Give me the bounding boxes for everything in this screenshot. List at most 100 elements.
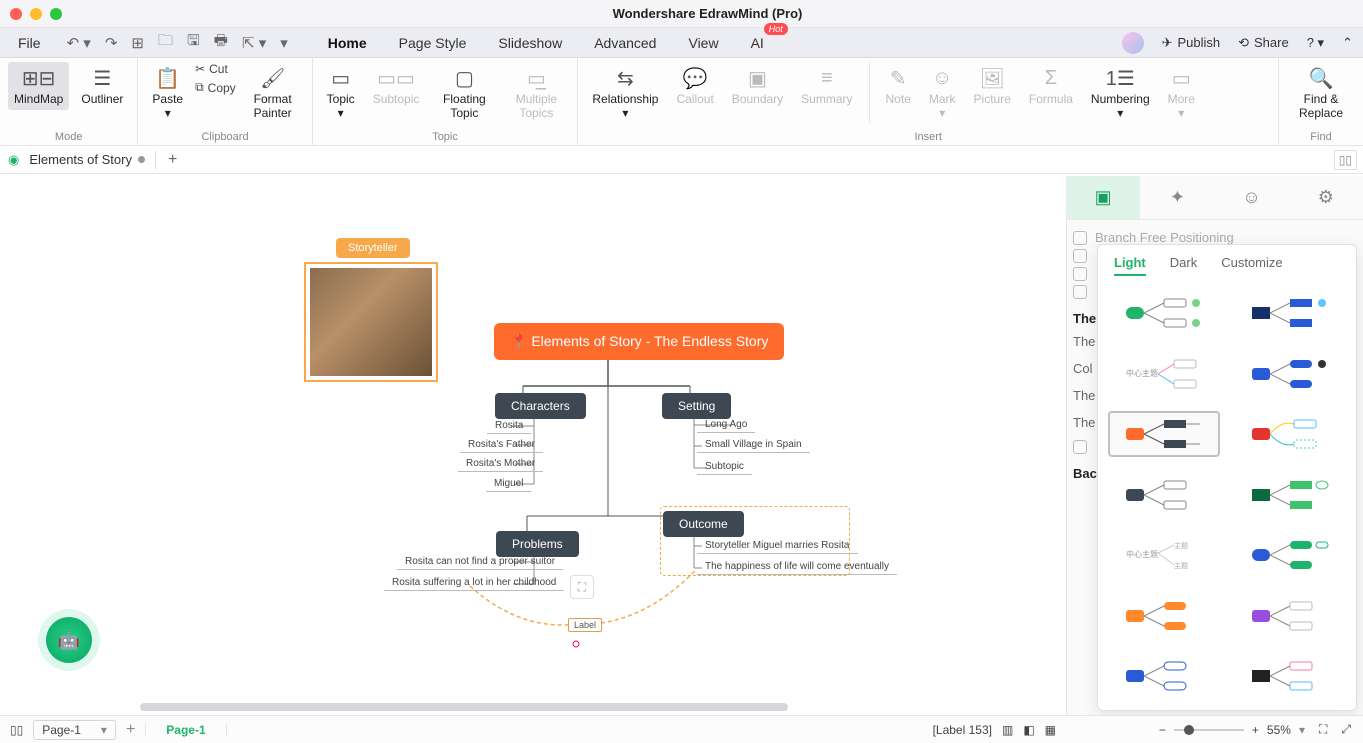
- set-sub-1[interactable]: Small Village in Spain: [697, 437, 810, 453]
- redo-icon[interactable]: ↷: [105, 34, 118, 52]
- tab-view[interactable]: View: [686, 31, 720, 55]
- zoom-in-icon[interactable]: +: [1252, 723, 1259, 737]
- file-menu[interactable]: File: [10, 31, 49, 55]
- prob-sub-1[interactable]: Rosita suffering a lot in her childhood: [384, 575, 564, 591]
- floating-topic-button[interactable]: ▢Floating Topic: [431, 62, 497, 125]
- tab-slideshow[interactable]: Slideshow: [496, 31, 564, 55]
- storyteller-tag[interactable]: Storyteller: [336, 238, 410, 258]
- char-sub-0[interactable]: Rosita: [487, 418, 531, 434]
- collapse-panel-icon[interactable]: ▯▯: [1334, 150, 1357, 170]
- open-icon[interactable]: 🗀: [158, 30, 173, 55]
- setting-topic[interactable]: Setting: [662, 393, 731, 419]
- zoom-out-icon[interactable]: −: [1159, 723, 1166, 737]
- paste-button[interactable]: 📋Paste▾: [146, 62, 189, 125]
- note-button[interactable]: ✎Note: [880, 62, 917, 110]
- horizontal-scrollbar[interactable]: [140, 703, 1066, 713]
- boundary-button[interactable]: ▣Boundary: [726, 62, 789, 110]
- maximize-window[interactable]: [50, 8, 62, 20]
- theme-12[interactable]: [1234, 593, 1346, 639]
- theme-6[interactable]: [1234, 411, 1346, 457]
- doc-tab[interactable]: Elements of Story: [29, 152, 145, 167]
- minimize-window[interactable]: [30, 8, 42, 20]
- theme-11[interactable]: [1108, 593, 1220, 639]
- format-painter-button[interactable]: 🖌Format Painter: [242, 62, 304, 125]
- publish-button[interactable]: ✈Publish: [1162, 35, 1221, 51]
- theme-2[interactable]: [1234, 290, 1346, 336]
- picture-button[interactable]: 🖼Picture: [968, 62, 1017, 110]
- fullscreen-icon[interactable]: ⤢: [1341, 722, 1351, 737]
- add-page-button[interactable]: +: [126, 721, 135, 739]
- view-3-icon[interactable]: ▦: [1045, 723, 1056, 737]
- page-tab[interactable]: Page-1: [145, 723, 226, 737]
- zoom-control[interactable]: − + 55% ▾: [1159, 723, 1305, 737]
- collapse-ribbon-icon[interactable]: ⌃: [1342, 35, 1353, 51]
- theme-7[interactable]: [1108, 472, 1220, 518]
- summary-button[interactable]: ≡Summary: [795, 62, 858, 110]
- user-avatar[interactable]: [1122, 32, 1144, 54]
- central-topic[interactable]: 📍 Elements of Story - The Endless Story: [494, 323, 784, 360]
- copy-button[interactable]: ⧉Copy: [195, 80, 236, 95]
- theme-13[interactable]: [1108, 653, 1220, 699]
- panel-tab-icons[interactable]: ☺: [1215, 176, 1289, 219]
- outliner-button[interactable]: ☰Outliner: [75, 62, 129, 110]
- cut-button[interactable]: ✂Cut: [195, 62, 236, 76]
- new-icon[interactable]: ⊞: [131, 34, 144, 52]
- save-icon[interactable]: 🖫: [187, 30, 200, 55]
- relationship-label[interactable]: Label: [568, 618, 602, 632]
- theme-10[interactable]: [1234, 532, 1346, 578]
- numbering-button[interactable]: 1☰Numbering▾: [1085, 62, 1156, 125]
- fit-icon[interactable]: ⛶: [1319, 722, 1327, 737]
- mindmap-button[interactable]: ⊞⊟MindMap: [8, 62, 69, 110]
- canvas[interactable]: Storyteller 📍 Elements of Story - The En…: [0, 176, 1066, 715]
- ai-assistant-button[interactable]: 🤖: [46, 617, 92, 663]
- close-window[interactable]: [10, 8, 22, 20]
- export-icon[interactable]: ⇱ ▾: [242, 34, 266, 52]
- callout-button[interactable]: 💬Callout: [670, 62, 719, 110]
- theme-tab-dark[interactable]: Dark: [1170, 255, 1197, 276]
- char-sub-1[interactable]: Rosita's Father: [460, 437, 543, 453]
- add-tab-button[interactable]: +: [155, 151, 177, 169]
- mark-button[interactable]: ☺Mark▾: [923, 62, 962, 125]
- theme-14[interactable]: [1234, 653, 1346, 699]
- undo-icon[interactable]: ↶ ▾: [67, 34, 91, 52]
- char-sub-3[interactable]: Miguel: [486, 476, 531, 492]
- set-sub-2[interactable]: Subtopic: [697, 459, 752, 475]
- panel-tab-ai[interactable]: ✦: [1140, 176, 1214, 219]
- theme-9[interactable]: 中心主题主题主题: [1108, 532, 1220, 578]
- formula-button[interactable]: ΣFormula: [1023, 62, 1079, 110]
- pages-icon[interactable]: ▯▯: [10, 723, 23, 737]
- topic-button[interactable]: ▭Topic▾: [321, 62, 361, 125]
- relationship-button[interactable]: ⇆Relationship▾: [586, 62, 664, 125]
- view-1-icon[interactable]: ▥: [1002, 723, 1013, 737]
- find-replace-button[interactable]: 🔍Find & Replace: [1287, 62, 1355, 125]
- theme-1[interactable]: [1108, 290, 1220, 336]
- tab-page-style[interactable]: Page Style: [397, 31, 469, 55]
- expand-button[interactable]: ⛶: [570, 575, 594, 599]
- more-button[interactable]: ▭More▾: [1162, 62, 1201, 125]
- theme-tab-customize[interactable]: Customize: [1221, 255, 1282, 276]
- share-button[interactable]: ⟲Share: [1238, 35, 1289, 51]
- print-icon[interactable]: 🖶: [214, 30, 228, 55]
- characters-topic[interactable]: Characters: [495, 393, 586, 419]
- subtopic-button[interactable]: ▭▭Subtopic: [367, 62, 426, 110]
- tab-advanced[interactable]: Advanced: [592, 31, 658, 55]
- more-qa-icon[interactable]: ▾: [280, 34, 288, 52]
- view-2-icon[interactable]: ◧: [1023, 723, 1034, 737]
- set-sub-0[interactable]: Long Ago: [697, 417, 755, 433]
- multi-icon: ▭̲: [527, 66, 546, 90]
- panel-tab-style[interactable]: ▣: [1066, 176, 1140, 219]
- storyteller-image[interactable]: [304, 262, 438, 382]
- tab-ai[interactable]: AIHot: [749, 31, 766, 55]
- panel-tab-settings[interactable]: ⚙: [1289, 176, 1363, 219]
- theme-5-selected[interactable]: [1108, 411, 1220, 457]
- page-select[interactable]: Page-1▾: [33, 720, 116, 740]
- char-sub-2[interactable]: Rosita's Mother: [458, 456, 543, 472]
- theme-tab-light[interactable]: Light: [1114, 255, 1146, 276]
- tab-home[interactable]: Home: [326, 31, 369, 55]
- theme-8[interactable]: [1234, 472, 1346, 518]
- theme-4[interactable]: [1234, 351, 1346, 397]
- theme-3[interactable]: 中心主题: [1108, 351, 1220, 397]
- multiple-topics-button[interactable]: ▭̲Multiple Topics: [503, 62, 569, 125]
- prob-sub-0[interactable]: Rosita can not find a proper suitor: [397, 554, 563, 570]
- help-icon[interactable]: ? ▾: [1307, 35, 1324, 51]
